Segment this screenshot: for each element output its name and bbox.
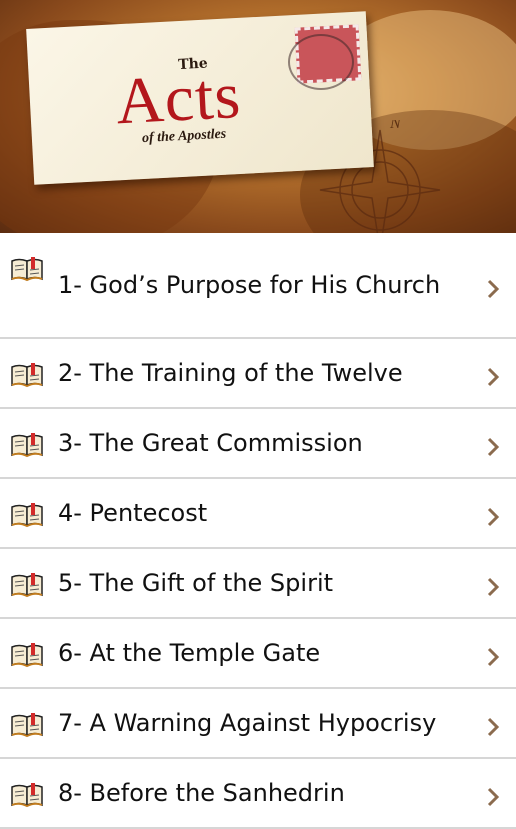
- chevron-right-icon: [487, 717, 500, 737]
- header-banner: N W The Acts of the Apostles: [0, 0, 516, 233]
- chapter-row[interactable]: 3- The Great Commission: [0, 409, 516, 479]
- chapter-title: 6- At the Temple Gate: [58, 638, 321, 667]
- chevron-right-icon: [487, 507, 500, 527]
- chapter-title: 4- Pentecost: [58, 498, 208, 527]
- title-sub: of the Apostles: [141, 126, 227, 147]
- chevron-right-icon: [487, 367, 500, 387]
- open-book-icon: [11, 433, 43, 458]
- chapter-title: 5- The Gift of the Spirit: [58, 568, 334, 597]
- chapter-list: 1- God’s Purpose for His Church 2- The Tr…: [0, 233, 516, 829]
- open-book-icon: [11, 503, 43, 528]
- open-book-icon: [11, 363, 43, 388]
- chapter-title: 8- Before the Sanhedrin: [58, 778, 345, 807]
- open-book-icon: [11, 573, 43, 598]
- chevron-right-icon: [487, 577, 500, 597]
- chapter-title: 2- The Training of the Twelve: [58, 358, 403, 387]
- open-book-icon: [11, 257, 43, 282]
- chapter-title: 7- A Warning Against Hypocrisy: [58, 708, 437, 737]
- chapter-row[interactable]: 2- The Training of the Twelve: [0, 339, 516, 409]
- chapter-row[interactable]: 1- God’s Purpose for His Church: [0, 233, 516, 339]
- open-book-icon: [11, 713, 43, 738]
- chevron-right-icon: [487, 279, 500, 299]
- chapter-row[interactable]: 6- At the Temple Gate: [0, 619, 516, 689]
- open-book-icon: [11, 783, 43, 808]
- chapter-row[interactable]: 4- Pentecost: [0, 479, 516, 549]
- chapter-row[interactable]: 8- Before the Sanhedrin: [0, 759, 516, 829]
- chapter-title: 1- God’s Purpose for His Church: [58, 270, 441, 299]
- open-book-icon: [11, 643, 43, 668]
- chevron-right-icon: [487, 647, 500, 667]
- chapter-row[interactable]: 7- A Warning Against Hypocrisy: [0, 689, 516, 759]
- chapter-row[interactable]: 5- The Gift of the Spirit: [0, 549, 516, 619]
- chevron-right-icon: [487, 437, 500, 457]
- postmark-icon: [288, 34, 354, 90]
- svg-text:N: N: [389, 120, 402, 132]
- chapter-title: 3- The Great Commission: [58, 428, 363, 457]
- chevron-right-icon: [487, 787, 500, 807]
